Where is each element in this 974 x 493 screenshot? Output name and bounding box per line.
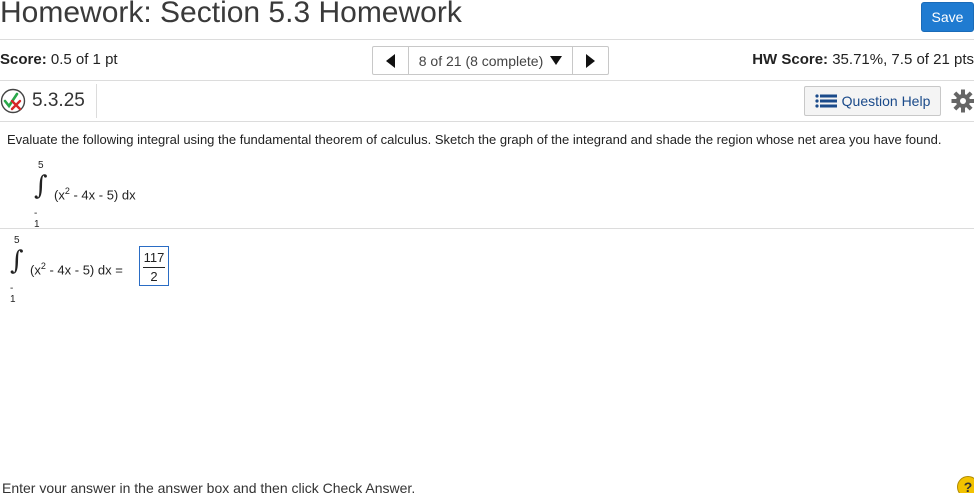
integrand: (x2 - 4x - 5) dx [54,186,136,202]
integrand-open: (x [54,187,65,203]
hw-score-label: HW Score: [752,51,829,68]
question-id: 5.3.25 [32,90,85,111]
answer-numerator: 117 [143,250,165,265]
fraction-bar [143,267,165,268]
answer-box[interactable]: 117 2 [139,246,169,286]
divider [0,39,974,40]
caret-down-icon [550,56,563,65]
integrand-rest: - 4x - 5) dx = [45,262,123,278]
question-position: 8 of 21 (8 complete) [418,52,544,69]
score-value: 0.5 of 1 pt [50,51,118,68]
help-icon[interactable]: ? [957,476,974,493]
footer-instruction: Enter your answer in the answer box and … [2,480,416,493]
score-label: Score: [0,51,47,68]
previous-question-button[interactable] [373,47,409,74]
list-icon [815,94,837,108]
question-navigator: 8 of 21 (8 complete) [372,46,609,75]
integrand: (x2 - 4x - 5) dx = [30,261,123,277]
hw-score: HW Score: 35.71%, 7.5 of 21 pts [752,51,974,68]
question-selector[interactable]: 8 of 21 (8 complete) [409,47,572,74]
divider [0,121,974,122]
question-id-area: 5.3.25 [0,84,97,118]
next-question-button[interactable] [572,47,608,74]
integrand-open: (x [30,262,41,278]
lower-limit: - 1 [34,208,40,230]
answer-denominator: 2 [150,269,158,284]
arrow-left-icon [386,53,395,68]
question-help-label: Question Help [841,93,931,109]
upper-limit: 5 [14,235,20,246]
page-title: Homework: Section 5.3 Homework [0,0,462,29]
integrand-rest: - 4x - 5) dx [69,187,136,203]
gear-icon[interactable] [951,89,974,113]
question-instruction: Evaluate the following integral using th… [7,132,942,147]
integral-sign: ∫ [34,171,48,201]
score-text: Score: 0.5 of 1 pt [0,51,118,68]
arrow-right-icon [586,53,595,68]
save-button[interactable]: Save [921,2,974,32]
partial-credit-icon [0,88,26,114]
divider [0,228,974,229]
upper-limit: 5 [38,160,44,171]
lower-limit: - 1 [10,283,16,305]
hw-score-value: 35.71%, 7.5 of 21 pts [832,51,974,68]
integral-sign: ∫ [10,246,24,276]
question-help-button[interactable]: Question Help [804,86,941,116]
divider [0,80,974,81]
